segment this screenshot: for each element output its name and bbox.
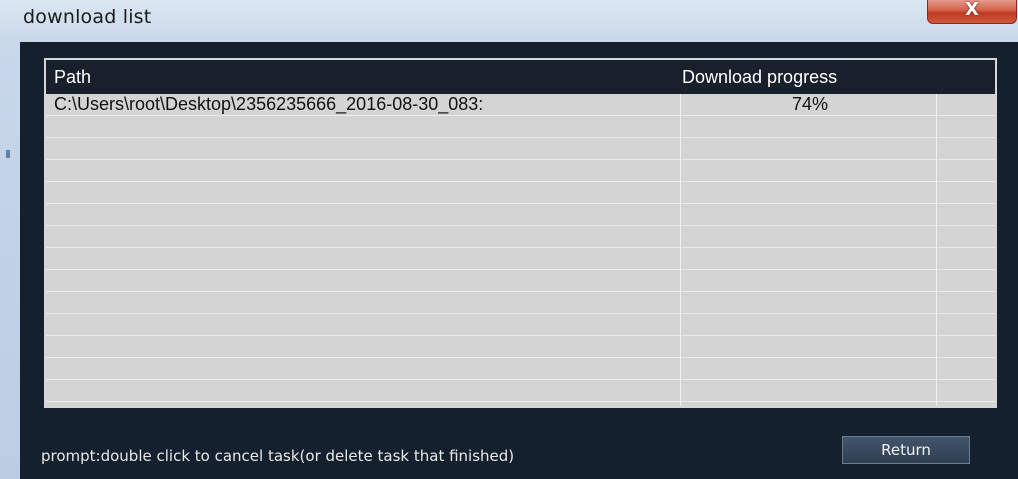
table-row[interactable] [46, 336, 995, 358]
column-header-download-progress[interactable]: Download progress [682, 67, 837, 88]
window-left-frame [0, 42, 20, 479]
column-header-path[interactable]: Path [54, 67, 91, 88]
table-row[interactable] [46, 160, 995, 182]
table-row[interactable] [46, 358, 995, 380]
client-area: Path Download progress C:\Users\root\Des… [20, 42, 1018, 479]
table-row[interactable] [46, 226, 995, 248]
table-row[interactable] [46, 138, 995, 160]
download-list-window: download list X Path Download progress C… [0, 0, 1018, 479]
cell-path: C:\Users\root\Desktop\2356235666_2016-08… [54, 94, 484, 114]
return-button[interactable]: Return [842, 436, 970, 464]
table-row[interactable] [46, 380, 995, 402]
column-divider [936, 94, 937, 406]
table-row[interactable] [46, 204, 995, 226]
title-bar: download list X [0, 0, 1018, 43]
close-icon: X [965, 0, 979, 20]
table-row[interactable] [46, 182, 995, 204]
table-body: C:\Users\root\Desktop\2356235666_2016-08… [46, 94, 995, 406]
download-list-table[interactable]: Path Download progress C:\Users\root\Des… [44, 58, 997, 408]
cell-download-progress: 74% [791, 94, 829, 114]
window-title: download list [23, 6, 152, 28]
table-header: Path Download progress [46, 60, 995, 94]
table-row[interactable] [46, 116, 995, 138]
frame-marker [6, 150, 10, 158]
table-row[interactable] [46, 270, 995, 292]
table-row[interactable]: C:\Users\root\Desktop\2356235666_2016-08… [46, 94, 995, 116]
column-divider [680, 94, 681, 406]
table-row[interactable] [46, 314, 995, 336]
prompt-text: prompt:double click to cancel task(or de… [41, 447, 515, 465]
table-row[interactable] [46, 248, 995, 270]
close-button[interactable]: X [927, 0, 1017, 24]
table-row[interactable] [46, 292, 995, 314]
